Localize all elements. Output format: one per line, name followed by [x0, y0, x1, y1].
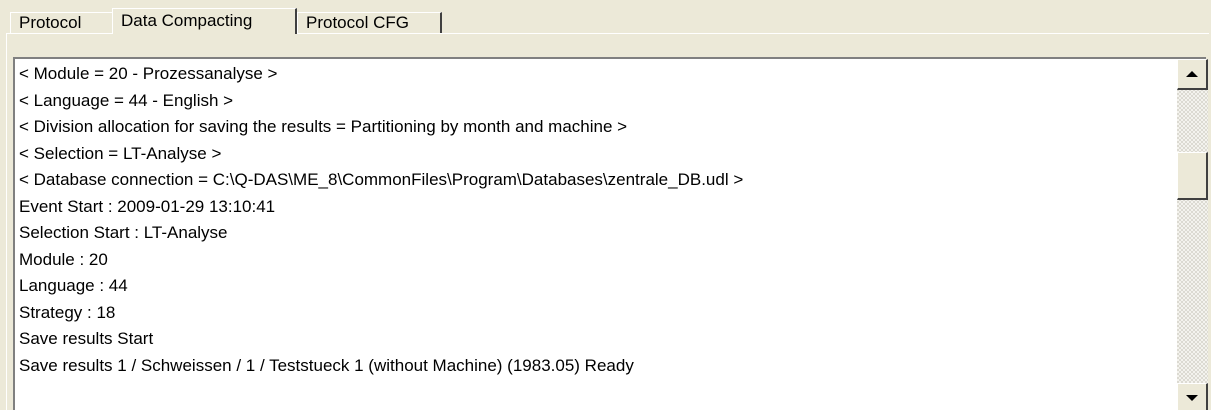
protocol-window: Protocol Data Compacting Protocol CFG < … — [0, 0, 1211, 410]
log-line: Save results 1 / Schweissen / 1 / Testst… — [19, 355, 634, 375]
arrow-down-icon — [1186, 395, 1198, 401]
log-line: Save results Start — [19, 329, 154, 348]
vertical-scrollbar[interactable] — [1177, 59, 1208, 410]
log-line: Language : 44 — [19, 276, 128, 295]
log-line: < Division allocation for saving the res… — [19, 117, 628, 136]
scroll-up-button[interactable] — [1177, 59, 1208, 90]
log-line: Selection Start : LT-Analyse — [19, 223, 228, 242]
log-lines: < Module = 20 - Prozessanalyse > < Langu… — [19, 61, 1169, 379]
scrollbar-thumb[interactable] — [1177, 152, 1208, 200]
tab-protocol-cfg[interactable]: Protocol CFG — [297, 12, 442, 33]
arrow-up-icon — [1186, 71, 1198, 77]
tab-strip: Protocol Data Compacting Protocol CFG — [0, 0, 1211, 34]
log-line: Module : 20 — [19, 249, 108, 269]
log-line: < Module = 20 - Prozessanalyse > — [19, 64, 278, 83]
log-line: Strategy : 18 — [19, 302, 116, 322]
log-line: < Database connection = C:\Q-DAS\ME_8\Co… — [19, 170, 744, 189]
tab-protocol[interactable]: Protocol — [10, 12, 114, 33]
tab-data-compacting[interactable]: Data Compacting — [112, 8, 297, 34]
scroll-down-button[interactable] — [1177, 383, 1208, 410]
log-textbox[interactable]: < Module = 20 - Prozessanalyse > < Langu… — [13, 57, 1206, 410]
log-line: < Selection = LT-Analyse > — [19, 143, 222, 163]
log-line: Event Start : 2009-01-29 13:10:41 — [19, 196, 276, 216]
log-line: < Language = 44 - English > — [19, 90, 234, 110]
